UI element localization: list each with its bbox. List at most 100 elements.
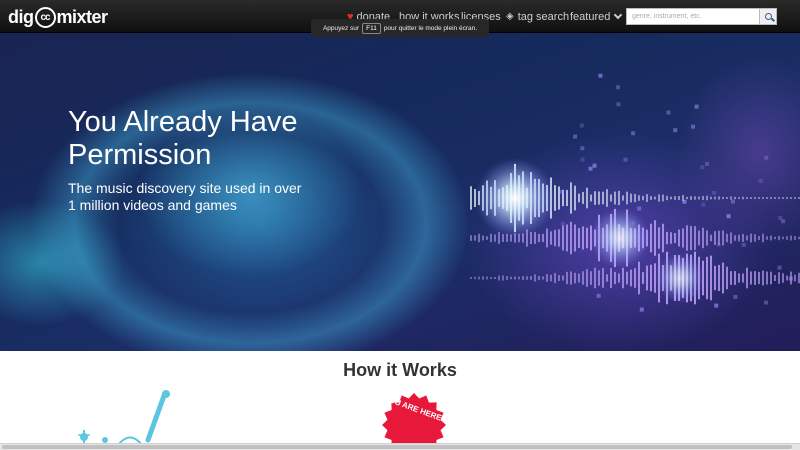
waveform-bar — [566, 224, 568, 252]
waveform-bar — [722, 262, 724, 294]
waveform-bar — [606, 189, 608, 207]
waveform-bar — [546, 228, 548, 248]
waveform-bar — [706, 230, 708, 246]
waveform-bar — [694, 226, 696, 250]
waveform-bar — [642, 272, 644, 284]
pixel-sparkle — [592, 163, 597, 168]
scrollbar-thumb[interactable] — [2, 445, 792, 449]
waveform-bar — [650, 223, 652, 253]
waveform-bar — [710, 255, 712, 301]
waveform-bar — [766, 236, 768, 240]
waveform-bar — [578, 228, 580, 248]
waveform-bar — [750, 271, 752, 285]
nav-featured-dropdown[interactable]: featured — [570, 0, 623, 33]
mixer-illustration — [78, 390, 170, 445]
waveform-bar — [698, 196, 700, 200]
fullscreen-notice-after: pour quitter le mode plein écran. — [383, 24, 478, 32]
waveform-bar — [726, 266, 728, 290]
waveform-bar — [650, 264, 652, 292]
waveform-bar — [562, 225, 564, 251]
waveform-bar — [670, 196, 672, 200]
pixel-sparkle — [694, 104, 699, 109]
nav-tag-search[interactable]: ◈ tag search — [506, 0, 569, 33]
how-it-works-heading: How it Works — [343, 360, 457, 380]
pixel-sparkle — [573, 134, 578, 139]
waveform-bar — [578, 273, 580, 283]
waveform-bar — [738, 234, 740, 242]
waveform-bar — [638, 195, 640, 201]
pixel-sparkle — [588, 166, 593, 171]
waveform-bar — [646, 265, 648, 291]
waveform-bar — [742, 273, 744, 283]
waveform-bar — [522, 276, 524, 280]
waveform-bar — [682, 228, 684, 248]
waveform-bar — [738, 197, 740, 199]
pixel-sparkle — [726, 214, 731, 219]
waveform-bar — [734, 271, 736, 285]
pixel-sparkle — [616, 102, 621, 107]
waveform-bar — [506, 276, 508, 280]
waveform-bar — [662, 194, 664, 202]
waveform-bar — [482, 276, 484, 280]
waveform-bar — [758, 271, 760, 285]
waveform-bar — [778, 272, 780, 284]
waveform-bar — [726, 197, 728, 199]
waveform-bar — [778, 197, 780, 199]
waveform-bar — [626, 191, 628, 205]
search-button[interactable] — [759, 8, 777, 25]
waveform-bar — [566, 271, 568, 285]
horizontal-scrollbar[interactable] — [0, 443, 800, 450]
waveform-bar — [630, 269, 632, 287]
waveform-bar — [502, 275, 504, 281]
pixel-sparkle — [631, 131, 636, 136]
waveform-bar — [658, 227, 660, 249]
waveform-bar — [762, 270, 764, 286]
waveform-bar — [538, 233, 540, 243]
waveform-bar — [586, 187, 588, 209]
waveform-bar — [754, 271, 756, 285]
waveform-bar — [474, 276, 476, 280]
waveform-bar — [542, 233, 544, 243]
waveform-bar — [514, 276, 516, 280]
pixel-sparkle — [616, 85, 621, 90]
site-logo[interactable]: dig cc mixter — [8, 6, 108, 28]
waveform-bar — [570, 221, 572, 255]
waveform-bar — [470, 186, 472, 210]
pixel-sparkle — [637, 206, 642, 211]
waveform-bar — [742, 233, 744, 243]
pixel-sparkle — [598, 73, 603, 78]
waveform-bar — [766, 197, 768, 199]
search-icon — [764, 13, 772, 20]
waveform-bar — [770, 271, 772, 285]
waveform-bar — [590, 194, 592, 202]
waveform-bar — [786, 236, 788, 240]
waveform-bar — [614, 271, 616, 285]
waveform-bar — [702, 195, 704, 201]
pixel-sparkle — [673, 128, 678, 133]
fullscreen-notice: Appuyez sur F11 pour quitter le mode ple… — [311, 19, 489, 37]
waveform-bar — [766, 271, 768, 285]
waveform-bar — [706, 195, 708, 201]
waveform-bar — [582, 192, 584, 204]
waveform-bar — [562, 275, 564, 281]
waveform-bar — [494, 276, 496, 280]
waveform-bar — [642, 195, 644, 201]
pixel-sparkle — [778, 215, 783, 220]
waveform-bar — [510, 276, 512, 280]
nav-tag-search-label: tag search — [517, 10, 570, 23]
waveform-bar — [746, 197, 748, 199]
f11-key-label: F11 — [362, 22, 381, 34]
pixel-sparkle — [560, 189, 565, 194]
logo-text-dig: dig — [8, 6, 34, 27]
waveform-bar — [650, 196, 652, 200]
nav-featured-label: featured — [570, 10, 611, 23]
pixel-sparkle — [690, 124, 695, 129]
waveform-bar — [606, 274, 608, 282]
waveform-bar — [614, 191, 616, 205]
waveform-bar — [622, 267, 624, 289]
waveform-bar — [690, 225, 692, 251]
search-input[interactable] — [626, 8, 759, 25]
waveform-bar — [698, 230, 700, 246]
waveform-bar — [750, 233, 752, 243]
waveform-bar — [782, 236, 784, 240]
